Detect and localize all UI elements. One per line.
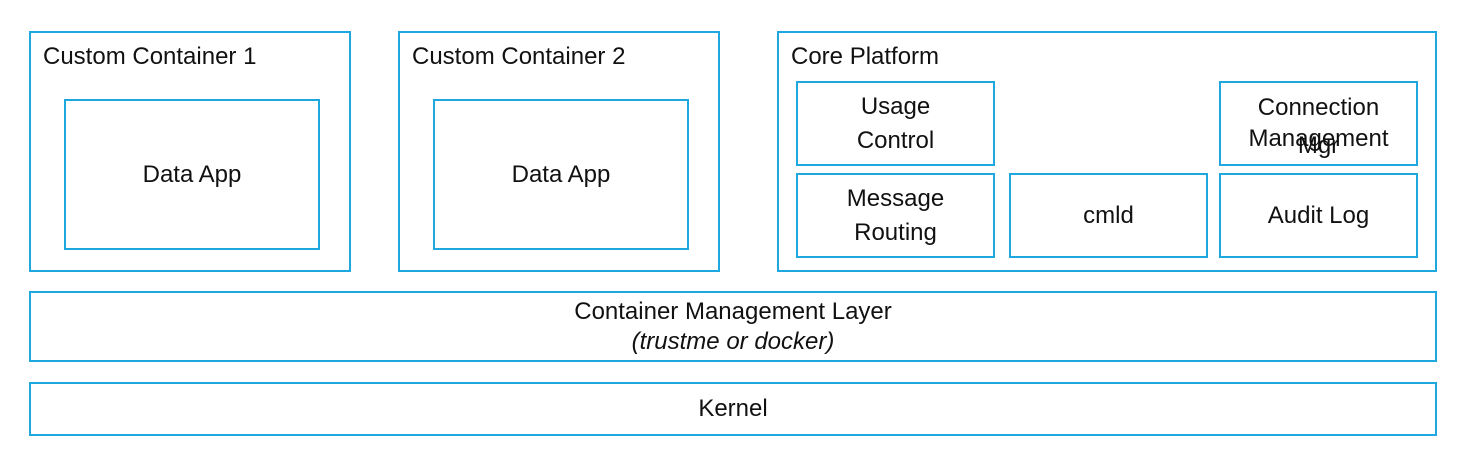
data-app-2-label: Data App: [511, 160, 611, 188]
message-routing-line-2: Routing: [854, 218, 937, 246]
data-app-2: Data App: [433, 99, 689, 250]
message-routing-line-1: Message: [846, 184, 945, 212]
custom-container-2: Custom Container 2 Data App: [398, 31, 720, 272]
container-management-layer-subtitle: (trustme or docker): [631, 327, 835, 355]
usage-control-line-1: Usage: [860, 92, 931, 120]
container-management-layer-title: Container Management Layer: [574, 297, 892, 325]
cmld-box: cmld: [1009, 173, 1208, 258]
core-platform: Core Platform Usage Control Message Rout…: [777, 31, 1437, 272]
connection-label-management: Management: [1248, 125, 1389, 152]
usage-control-box: Usage Control: [796, 81, 995, 166]
custom-container-1: Custom Container 1 Data App: [29, 31, 351, 272]
data-app-1-label: Data App: [142, 160, 242, 188]
core-platform-title: Core Platform: [791, 43, 940, 70]
usage-control-line-2: Control: [856, 126, 935, 154]
kernel-layer: Kernel: [29, 382, 1437, 436]
cmld-label: cmld: [1083, 201, 1134, 229]
connection-management-box: Connection Mgr Management: [1219, 81, 1418, 166]
message-routing-box: Message Routing: [796, 173, 995, 258]
audit-log-box: Audit Log: [1219, 173, 1418, 258]
container-management-layer: Container Management Layer (trustme or d…: [29, 291, 1437, 362]
data-app-1: Data App: [64, 99, 320, 250]
kernel-label: Kernel: [698, 395, 768, 422]
custom-container-2-title: Custom Container 2: [412, 43, 626, 70]
audit-log-label: Audit Log: [1267, 201, 1370, 229]
custom-container-1-title: Custom Container 1: [43, 43, 257, 70]
connection-label-line-1: Connection: [1257, 94, 1380, 121]
